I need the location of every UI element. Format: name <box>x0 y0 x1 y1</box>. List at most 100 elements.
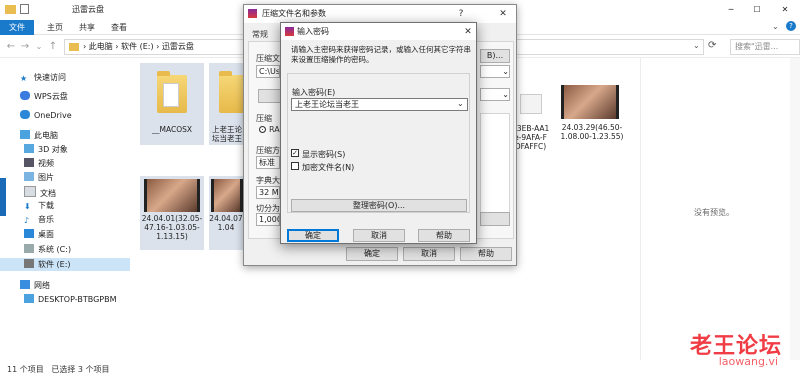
close-icon[interactable]: ✕ <box>496 5 510 23</box>
archive-path-field[interactable]: C:\Use <box>256 65 280 78</box>
file-item-macosx[interactable]: __MACOSX <box>140 63 204 145</box>
tab-share[interactable]: 共享 <box>79 20 95 35</box>
password-input[interactable]: 上老王论坛当老王 <box>291 98 468 111</box>
search-input[interactable]: 搜索"迅雷... <box>730 39 800 55</box>
drive-icon <box>24 259 34 268</box>
onedrive-icon <box>20 110 30 119</box>
profile-button[interactable] <box>258 89 282 103</box>
video-thumbnail <box>144 179 200 212</box>
recent-chevron-icon[interactable]: ⌄ <box>32 40 46 54</box>
ok-button[interactable]: 确定 <box>346 247 398 261</box>
minimize-button[interactable]: ─ <box>718 0 744 20</box>
tab-general[interactable]: 常规 <box>252 29 268 40</box>
compression-method-dropdown[interactable]: 标准 <box>256 156 280 169</box>
tab-home[interactable]: 主页 <box>47 20 63 35</box>
computer-icon <box>24 294 34 303</box>
file-label: 24.04.07 1.04 <box>209 214 243 232</box>
sidebar-item-system-c[interactable]: 系统 (C:) <box>24 244 71 256</box>
maximize-button[interactable]: ☐ <box>744 0 770 20</box>
watermark-url: laowang.vi <box>718 355 778 368</box>
sidebar-item-3d-objects[interactable]: 3D 对象 <box>24 144 68 156</box>
refresh-icon[interactable]: ⟳ <box>708 40 716 51</box>
sidebar-item-software-e[interactable]: 软件 (E:) <box>24 259 71 271</box>
music-icon: ♪ <box>24 216 30 225</box>
picture-icon <box>24 172 34 181</box>
window-title: 迅雷云盘 <box>72 5 104 14</box>
file-item-video-right[interactable]: 24.03.29(46.50-1.08.00-1.23.55) <box>558 82 628 160</box>
options-panel <box>480 113 510 213</box>
archive-format-label: 压缩 <box>256 114 272 123</box>
show-password-checkbox[interactable]: ✓ <box>291 149 299 157</box>
organize-passwords-button[interactable]: 整理密码(O)... <box>291 199 467 212</box>
sidebar-item-pictures[interactable]: 图片 <box>24 172 54 184</box>
document-icon <box>163 83 179 107</box>
checkbox-icon[interactable] <box>20 4 29 14</box>
details-divider <box>640 58 641 360</box>
drive-icon <box>24 244 34 253</box>
sidebar-item-wps[interactable]: WPS云盘 <box>20 91 68 103</box>
back-arrow-icon[interactable]: ← <box>4 40 18 54</box>
document-icon <box>520 94 542 114</box>
archive-path-dropdown[interactable]: ⌄ <box>480 65 510 78</box>
dictionary-size-dropdown[interactable]: 32 MB <box>256 186 280 199</box>
folder-icon <box>5 5 16 14</box>
video-thumbnail <box>211 179 243 212</box>
sidebar-item-quick-access[interactable]: ★ 快速访问 <box>20 72 66 84</box>
file-item-video-b[interactable]: 24.04.07 1.04 <box>209 176 243 250</box>
up-arrow-icon[interactable]: ↑ <box>46 40 60 54</box>
radio-rar-label: RA <box>269 125 280 134</box>
sidebar-item-desktop-pc[interactable]: DESKTOP-BTBGPBM <box>24 294 117 306</box>
video-icon <box>24 158 34 167</box>
star-icon: ★ <box>20 74 28 83</box>
sidebar-item-music[interactable]: ♪ 音乐 <box>24 214 54 226</box>
help-title-button[interactable]: ? <box>454 5 468 23</box>
cancel-button[interactable]: 取消 <box>403 247 455 261</box>
address-dropdown-icon[interactable]: ⌄ <box>693 41 700 50</box>
settings-button[interactable] <box>480 212 510 226</box>
folder-icon <box>69 43 79 51</box>
help-button[interactable]: 帮助 <box>460 247 512 261</box>
document-icon <box>24 186 36 197</box>
sidebar-item-documents[interactable]: 文档 <box>24 186 56 198</box>
tab-view[interactable]: 查看 <box>111 20 127 35</box>
close-icon[interactable]: ✕ <box>461 23 475 41</box>
sidebar-item-this-pc[interactable]: 此电脑 <box>20 130 58 142</box>
browse-button[interactable]: B)... <box>480 49 510 63</box>
breadcrumb-item[interactable]: 此电脑 <box>89 42 113 51</box>
encrypt-filenames-checkbox[interactable] <box>291 162 299 170</box>
help-button[interactable]: 帮助 <box>418 229 470 242</box>
desktop-edge <box>0 178 6 216</box>
compression-method-label: 压缩方 <box>256 146 280 155</box>
dictionary-size-label: 字典大 <box>256 176 280 185</box>
chevron-down-icon[interactable]: ⌄ <box>772 22 779 31</box>
chevron-down-icon[interactable]: ⌄ <box>457 99 464 108</box>
video-thumbnail <box>561 85 619 119</box>
breadcrumb-item[interactable]: 软件 (E:) <box>121 42 154 51</box>
scrollbar[interactable] <box>790 58 800 360</box>
cube-icon <box>24 144 34 153</box>
desktop-icon <box>24 229 34 238</box>
ok-button[interactable]: 确定 <box>287 229 339 242</box>
breadcrumb-item[interactable]: 迅雷云盘 <box>162 42 194 51</box>
help-icon[interactable]: ? <box>786 21 796 31</box>
sidebar-item-onedrive[interactable]: OneDrive <box>20 110 72 122</box>
close-button[interactable]: ✕ <box>770 0 800 20</box>
split-size-field[interactable]: 1,000 <box>256 213 280 226</box>
sidebar-item-downloads[interactable]: ⬇ 下载 <box>24 200 54 212</box>
update-mode-dropdown[interactable]: ⌄ <box>480 88 510 101</box>
dialog-titlebar: 压缩文件名和参数 <box>244 5 516 23</box>
dialog-title: 输入密码 <box>297 27 329 36</box>
forward-arrow-icon[interactable]: → <box>18 40 32 54</box>
file-label: 24.03.29(46.50-1.08.00-1.23.55) <box>560 123 624 141</box>
file-label: 上老王论坛当老王 <box>212 125 242 143</box>
sidebar-item-network[interactable]: 网络 <box>20 280 50 292</box>
winrar-icon <box>248 9 257 18</box>
tab-file[interactable]: 文件 <box>0 20 34 35</box>
cancel-button[interactable]: 取消 <box>353 229 405 242</box>
file-item-video-a[interactable]: 24.04.01(32.05-47.16-1.03.05-1.13.15) <box>140 176 204 250</box>
file-label: 24.04.01(32.05-47.16-1.03.05-1.13.15) <box>141 214 203 241</box>
radio-rar[interactable] <box>259 126 266 133</box>
sidebar-item-desktop[interactable]: 桌面 <box>24 229 54 241</box>
file-item-folder[interactable]: 上老王论坛当老王 <box>209 63 249 145</box>
sidebar-item-videos[interactable]: 视频 <box>24 158 54 170</box>
